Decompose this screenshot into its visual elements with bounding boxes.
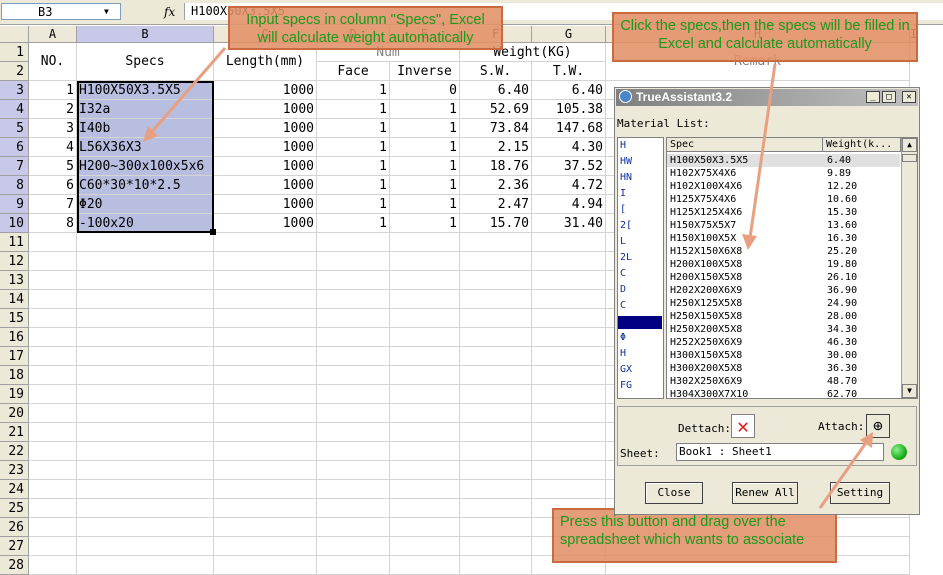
arrow-line-press: [818, 439, 870, 509]
arrow-head-click: [742, 234, 757, 250]
arrow-head-press: [860, 432, 873, 448]
arrow-line-click: [748, 63, 777, 239]
arrows-overlay: [143, 47, 873, 509]
arrow-line-input: [148, 47, 227, 135]
